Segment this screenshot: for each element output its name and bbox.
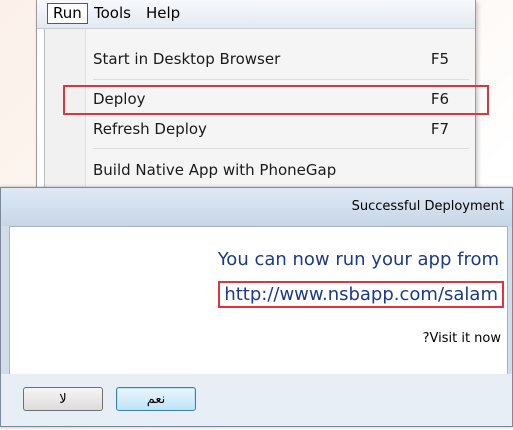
menu-run[interactable]: Run [47,3,88,24]
menu-item-deploy[interactable]: Deploy F6 [63,85,489,115]
menu-help[interactable]: Help [141,4,185,23]
menu-separator [93,79,469,80]
menu-item-shortcut: F6 [430,90,449,108]
menu-item-label: Refresh Deploy [93,120,207,138]
menu-item-label: Deploy [93,90,146,108]
menu-item-label: Start in Desktop Browser [93,50,281,68]
menu-separator [93,148,469,149]
dialog-question: ?Visit it now [422,331,501,346]
menu-item-label: Build Native App with PhoneGap [93,161,337,179]
deployment-dialog: Successful Deployment You can now run yo… [0,187,513,427]
menu-item-refresh-deploy[interactable]: Refresh Deploy F7 [93,115,469,143]
dialog-title: Successful Deployment [351,199,504,214]
menu-window: Run Tools Help Start in Desktop Browser … [36,0,489,189]
run-menu-dropdown: Start in Desktop Browser F5 Deploy F6 Re… [44,29,489,187]
menubar: Run Tools Help [37,0,475,29]
yes-button[interactable]: نعم [116,387,196,411]
menu-item-shortcut: F7 [430,120,449,138]
menu-item-build-native-app[interactable]: Build Native App with PhoneGap [93,156,469,184]
deploy-url: http://www.nsbapp.com/salam [218,281,504,308]
menu-item-shortcut: F5 [430,50,449,68]
dialog-footer: لا نعم [1,374,512,426]
dialog-message: You can now run your app from [217,249,499,270]
menu-item-start-desktop-browser[interactable]: Start in Desktop Browser F5 [93,45,469,73]
dialog-body: You can now run your app from http://www… [9,226,508,375]
menu-tools[interactable]: Tools [89,4,136,23]
no-button[interactable]: لا [23,387,103,411]
dialog-titlebar[interactable]: Successful Deployment [1,188,512,226]
